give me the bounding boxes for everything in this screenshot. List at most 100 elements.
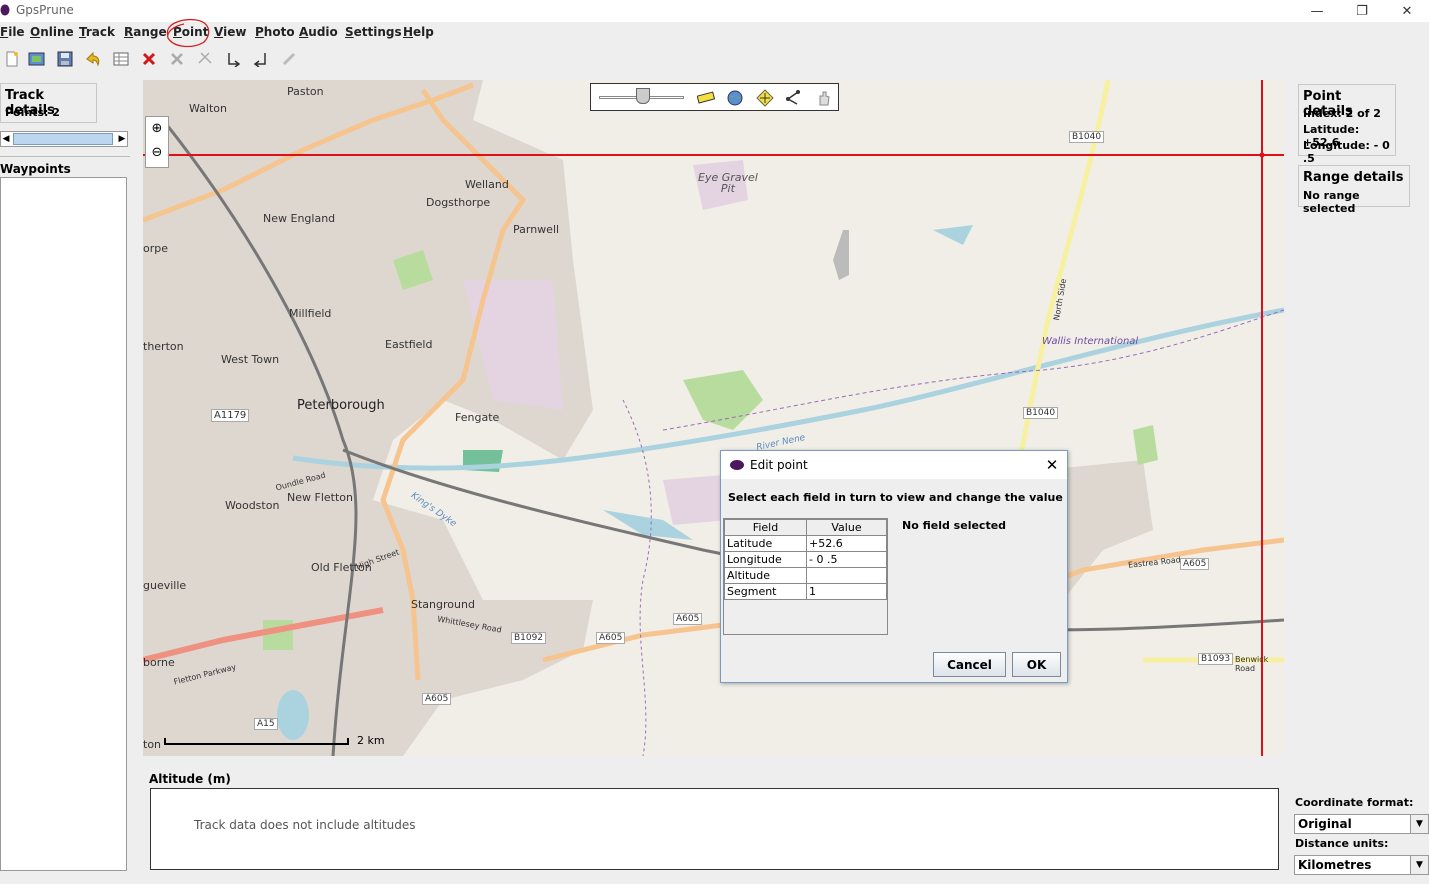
selected-point-marker — [1259, 152, 1265, 158]
hand-icon[interactable] — [816, 89, 832, 107]
value-cell[interactable]: 1 — [806, 583, 887, 600]
point-index: Index: 2 of 2 — [1303, 107, 1381, 120]
field-table-container: Field Value Latitude +52.6 Longitude - 0… — [723, 518, 888, 635]
connect-button[interactable] — [277, 47, 301, 71]
set-range-end-button[interactable] — [249, 47, 273, 71]
scroll-left-icon[interactable]: ◀ — [1, 132, 11, 146]
map-label: West Town — [221, 353, 280, 366]
divider — [0, 156, 130, 157]
new-file-button[interactable] — [0, 47, 24, 71]
menu-settings[interactable]: Settings — [345, 25, 402, 39]
distance-units-label: Distance units: — [1295, 837, 1389, 850]
map-label: gueville — [143, 579, 187, 592]
delete-range-button[interactable] — [165, 47, 189, 71]
road-shield: A1179 — [211, 409, 250, 422]
open-photo-icon — [28, 52, 45, 66]
scroll-thumb[interactable] — [13, 133, 113, 145]
field-cell[interactable]: Altitude — [724, 567, 807, 584]
delete-range-icon — [171, 53, 183, 65]
value-cell[interactable] — [806, 567, 887, 584]
map-label: borne — [143, 656, 175, 669]
ok-button[interactable]: OK — [1012, 652, 1061, 677]
lake — [833, 230, 849, 280]
column-header-value[interactable]: Value — [806, 519, 887, 536]
scroll-right-icon[interactable]: ▶ — [117, 132, 127, 146]
waypoints-title: Waypoints — [0, 162, 71, 176]
save-button[interactable] — [53, 47, 77, 71]
cut-button[interactable] — [193, 47, 217, 71]
road-shield: B1092 — [511, 632, 547, 644]
range-details-title: Range details — [1303, 170, 1404, 185]
table-row[interactable]: Segment 1 — [724, 583, 887, 600]
road-shield: A605 — [422, 693, 452, 705]
table-button[interactable] — [109, 47, 133, 71]
chevron-down-icon[interactable]: ▼ — [1410, 815, 1428, 833]
map-label: Millfield — [289, 307, 332, 320]
map-label: Parnwell — [513, 223, 560, 236]
ruler-icon[interactable] — [697, 90, 715, 106]
road-shield: B1040 — [1069, 131, 1105, 143]
distance-units-select[interactable]: Kilometres ▼ — [1294, 855, 1429, 875]
undo-button[interactable] — [81, 47, 105, 71]
map-view[interactable]: Paston Walton Welland New England Dogsth… — [143, 80, 1284, 756]
field-cell[interactable]: Segment — [724, 583, 807, 600]
globe-icon[interactable] — [727, 90, 743, 106]
cancel-button[interactable]: Cancel — [933, 652, 1006, 677]
minimize-button[interactable]: — — [1294, 0, 1340, 22]
map-label: Paston — [287, 85, 324, 98]
table-row[interactable]: Latitude +52.6 — [724, 535, 887, 552]
table-row[interactable]: Longitude - 0 .5 — [724, 551, 887, 568]
points-count: Points: 2 — [5, 106, 60, 119]
close-icon[interactable]: ✕ — [1041, 455, 1063, 475]
chevron-down-icon[interactable]: ▼ — [1410, 856, 1428, 874]
delete-point-button[interactable] — [137, 47, 161, 71]
map-label: Welland — [465, 178, 509, 191]
window-title: GpsPrune — [16, 3, 74, 17]
track-scrollbar[interactable]: ◀ ▶ — [0, 131, 128, 147]
menu-online[interactable]: Online — [30, 25, 74, 39]
open-photo-button[interactable] — [25, 47, 49, 71]
close-window-button[interactable]: ✕ — [1384, 0, 1429, 22]
map-label: Dogsthorpe — [426, 196, 491, 209]
altitude-panel: Altitude (m) Track data does not include… — [143, 766, 1284, 876]
menu-range[interactable]: Range — [124, 25, 167, 39]
set-range-end-icon — [253, 53, 266, 67]
menu-audio[interactable]: Audio — [299, 25, 338, 39]
range-status: No range selected — [1303, 189, 1360, 215]
set-range-start-button[interactable] — [221, 47, 245, 71]
menu-view[interactable]: View — [214, 25, 246, 39]
map-label: New Fletton — [287, 491, 353, 504]
minimize-icon: — — [1310, 3, 1324, 19]
point-details-box: Point details Index: 2 of 2 Latitude: +5… — [1298, 84, 1396, 165]
menu-file[interactable]: File — [0, 25, 25, 39]
road-shield: A15 — [254, 718, 278, 730]
track-details-box: Track details Points: 2 — [0, 83, 97, 123]
column-header-field[interactable]: Field — [724, 519, 807, 536]
field-cell[interactable]: Latitude — [724, 535, 807, 552]
zoom-in-icon[interactable]: ⊕ — [149, 119, 165, 137]
route-icon[interactable] — [785, 89, 801, 107]
table-icon — [113, 52, 129, 66]
altitude-title: Altitude (m) — [149, 772, 231, 786]
coordinate-format-select[interactable]: Original ▼ — [1294, 814, 1429, 834]
pan-icon[interactable] — [756, 89, 774, 107]
zoom-out-icon[interactable]: ⊖ — [149, 143, 165, 161]
menu-bar: File Online Track Range Point View Photo… — [0, 18, 1429, 48]
menu-help[interactable]: Help — [403, 25, 434, 39]
map-label: New England — [263, 212, 336, 225]
field-cell[interactable]: Longitude — [724, 551, 807, 568]
dialog-title-bar[interactable]: Edit point ✕ — [721, 451, 1067, 479]
waypoints-list[interactable] — [0, 177, 127, 871]
scale-label: 2 km — [357, 734, 385, 747]
right-panel: Point details Index: 2 of 2 Latitude: +5… — [1294, 80, 1429, 880]
menu-photo[interactable]: Photo — [255, 25, 295, 39]
altitude-chart[interactable]: Track data does not include altitudes — [150, 788, 1279, 870]
menu-track[interactable]: Track — [79, 25, 115, 39]
maximize-button[interactable]: ❐ — [1339, 0, 1385, 22]
table-row[interactable]: Altitude — [724, 567, 887, 584]
value-cell[interactable]: +52.6 — [806, 535, 887, 552]
zoom-slider-thumb[interactable] — [636, 88, 650, 104]
map-label: Wallis International — [1042, 336, 1139, 347]
value-cell[interactable]: - 0 .5 — [806, 551, 887, 568]
title-bar: GpsPrune — ❐ ✕ — [0, 0, 1429, 22]
